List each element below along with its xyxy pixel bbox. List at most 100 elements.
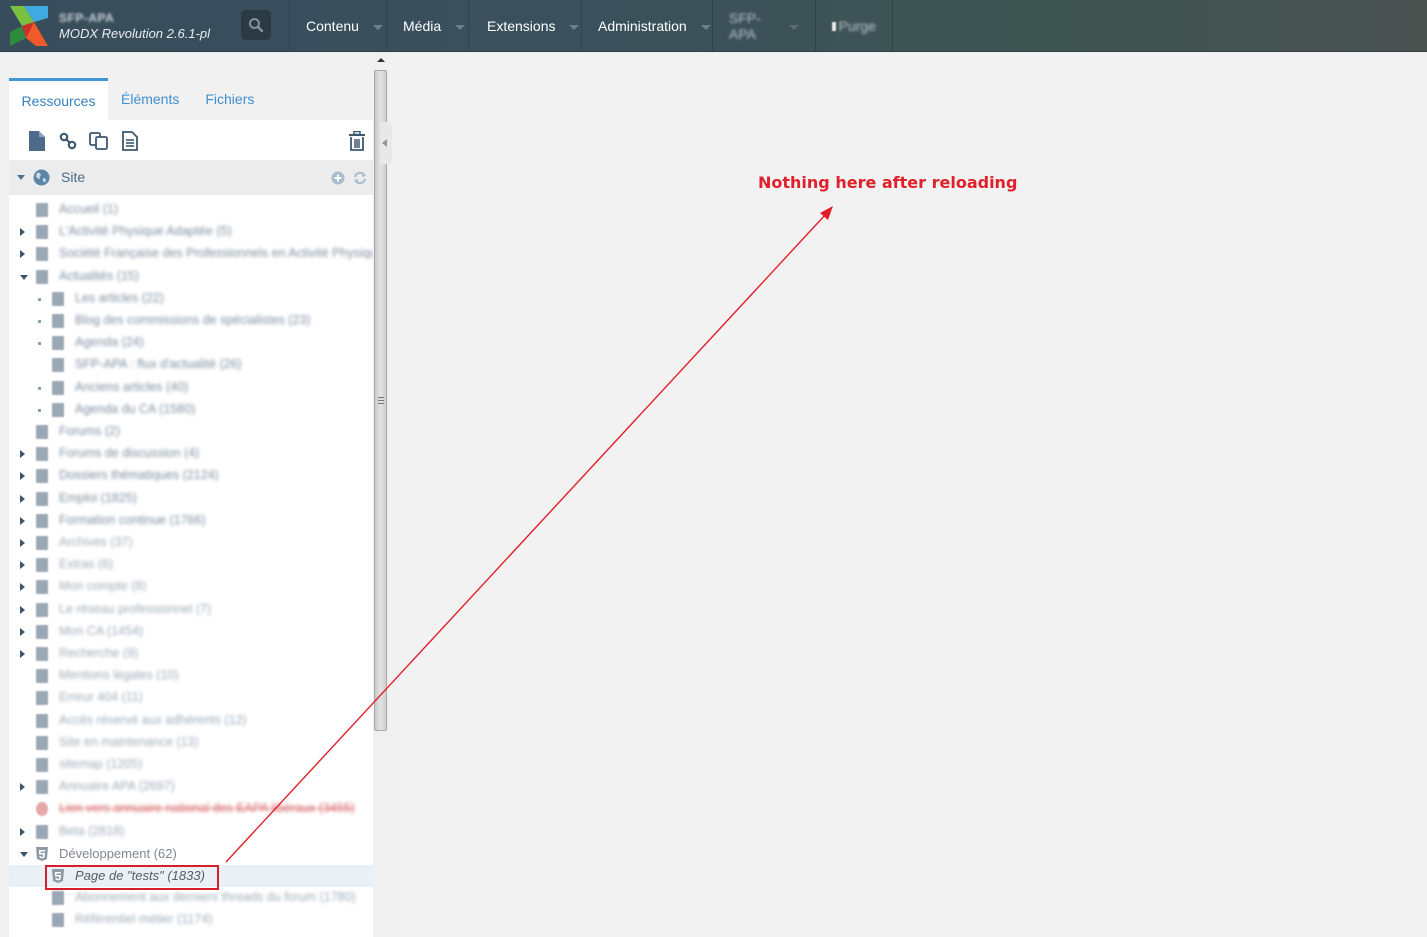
- tree-node[interactable]: Accueil (1): [9, 199, 373, 221]
- search-icon: [249, 18, 264, 33]
- tree-node[interactable]: Archives (37): [9, 532, 373, 554]
- tree-node[interactable]: sitemap (1205): [9, 754, 373, 776]
- bullet-icon[interactable]: [38, 297, 41, 301]
- tree-node[interactable]: Agenda du CA (1580): [9, 399, 373, 421]
- tree-node[interactable]: SFP-APA : flux d'actualité (26): [9, 354, 373, 376]
- tree-node[interactable]: Société Française des Professionnels en …: [9, 243, 373, 265]
- tree-node[interactable]: Anciens articles (40): [9, 377, 373, 399]
- new-static-resource-icon[interactable]: [120, 131, 140, 151]
- purge-icon: [832, 21, 836, 31]
- expand-toggle-icon[interactable]: [20, 827, 25, 836]
- expand-toggle[interactable]: [17, 175, 25, 180]
- tree-node[interactable]: Forums de discussion (4): [9, 443, 373, 465]
- expand-toggle-icon[interactable]: [20, 627, 25, 636]
- bullet-icon[interactable]: [38, 386, 41, 390]
- menu-contenu[interactable]: Contenu: [289, 0, 386, 52]
- new-symlink-icon[interactable]: [89, 131, 109, 151]
- document-icon: [36, 513, 48, 528]
- tree-node[interactable]: Erreur 404 (11): [9, 687, 373, 709]
- menu-media[interactable]: Média: [386, 0, 468, 52]
- collapse-toggle-icon[interactable]: [20, 851, 28, 857]
- tree-node[interactable]: Accès réservé aux adhérents (12): [9, 710, 373, 732]
- tree-node-label: Mentions légales (10): [59, 668, 179, 683]
- tree-node[interactable]: Formation continue (1766): [9, 510, 373, 532]
- menu-administration[interactable]: Administration: [581, 0, 712, 52]
- tree-node-label: Annuaire APA (2697): [59, 779, 175, 794]
- expand-toggle-icon[interactable]: [20, 539, 25, 547]
- tree-node[interactable]: Agenda (24): [9, 332, 373, 354]
- expand-toggle-icon[interactable]: [20, 228, 25, 237]
- tree-node-label: Abonnement aux derniers threads du forum…: [75, 890, 356, 905]
- expand-toggle-icon[interactable]: [20, 516, 25, 525]
- expand-toggle-icon[interactable]: [20, 783, 25, 792]
- tab-elements[interactable]: Éléments: [108, 78, 192, 120]
- tree-node[interactable]: Référentiel métier (1174): [9, 909, 373, 931]
- menu-purge[interactable]: Purge: [815, 0, 893, 52]
- bullet-icon[interactable]: [38, 342, 41, 346]
- tree-node[interactable]: Extras (6): [9, 554, 373, 576]
- tree-node[interactable]: Blog des commissions de spécialistes (23…: [9, 310, 373, 332]
- expand-toggle-icon[interactable]: [20, 583, 25, 592]
- expand-toggle-icon[interactable]: [20, 450, 25, 459]
- tree-node[interactable]: Recherche (9): [9, 643, 373, 665]
- tree-node[interactable]: Actualités (15): [9, 266, 373, 288]
- tree-node[interactable]: Forums (2): [9, 421, 373, 443]
- tree-node-selected[interactable]: Page de "tests" (1833): [9, 865, 373, 887]
- document-icon: [52, 380, 64, 395]
- scrollbar-thumb[interactable]: [374, 70, 387, 731]
- tree-node-label: Lien vers annuaire national des EAPA lib…: [59, 801, 355, 816]
- tree-node-label: Site en maintenance (13): [59, 734, 199, 749]
- tree-node[interactable]: Mon compte (8): [9, 576, 373, 598]
- tree-node[interactable]: Mentions légales (10): [9, 665, 373, 687]
- chevron-down-icon: [455, 24, 466, 30]
- collapse-toggle-icon[interactable]: [20, 274, 28, 280]
- document-icon: [36, 647, 48, 661]
- expand-toggle-icon[interactable]: [20, 472, 25, 481]
- bullet-icon[interactable]: [38, 408, 41, 412]
- tree-scrollbar[interactable]: [373, 52, 389, 937]
- new-document-icon[interactable]: [27, 131, 47, 151]
- tree-node[interactable]: Le réseau professionnel (7): [9, 599, 373, 621]
- modx-logo-icon[interactable]: [10, 6, 48, 46]
- expand-toggle-icon[interactable]: [20, 250, 25, 259]
- globe-icon: [33, 169, 50, 186]
- refresh-icon[interactable]: [353, 171, 367, 185]
- tree-node[interactable]: Les articles (22): [9, 288, 373, 310]
- menu-extensions[interactable]: Extensions: [468, 0, 581, 52]
- main-menu: Contenu Média Extensions Administration …: [289, 0, 893, 52]
- tab-ressources[interactable]: Ressources: [9, 78, 108, 120]
- tree-node-label: Extras (6): [59, 557, 114, 572]
- weblink-icon: [36, 802, 48, 817]
- expand-toggle-icon[interactable]: [20, 561, 25, 570]
- tree-node[interactable]: Lien vers annuaire national des EAPA lib…: [9, 798, 373, 820]
- tree-node[interactable]: L'Activité Physique Adaptée (5): [9, 221, 373, 243]
- expand-toggle-icon[interactable]: [20, 650, 25, 658]
- trash-icon[interactable]: [347, 131, 367, 151]
- resource-tree: Accueil (1) L'Activité Physique Adaptée (…: [9, 195, 373, 937]
- menu-site[interactable]: SFP-APA: [712, 0, 815, 52]
- tree-root-site[interactable]: Site: [9, 160, 373, 195]
- tab-fichiers[interactable]: Fichiers: [192, 78, 267, 120]
- search-button[interactable]: [241, 10, 271, 40]
- tree-node-label: Accès réservé aux adhérents (12): [59, 712, 247, 727]
- tree-node[interactable]: Emploi (1825): [9, 488, 373, 510]
- expand-toggle-icon[interactable]: [20, 494, 25, 503]
- tree-node[interactable]: Développement (62): [9, 843, 373, 865]
- add-icon[interactable]: [331, 171, 345, 185]
- scroll-up-arrow-icon[interactable]: [377, 58, 385, 62]
- tree-node[interactable]: Dossiers thématiques (2124): [9, 465, 373, 487]
- expand-toggle-icon[interactable]: [20, 605, 25, 614]
- site-name[interactable]: SFP-APA: [59, 11, 114, 25]
- tree-node-label: Les articles (22): [75, 290, 164, 305]
- tree-node[interactable]: Abonnement aux derniers threads du forum…: [9, 887, 373, 909]
- tree-node-label: Accueil (1): [59, 202, 119, 216]
- tree-node[interactable]: Beta (2818): [9, 821, 373, 843]
- grip-icon: [378, 397, 384, 404]
- tree-node[interactable]: Site en maintenance (13): [9, 732, 373, 754]
- tree-node[interactable]: Mon CA (1454): [9, 621, 373, 643]
- bullet-icon[interactable]: [38, 320, 41, 323]
- new-weblink-icon[interactable]: [58, 131, 78, 151]
- document-icon: [36, 447, 48, 462]
- tree-node[interactable]: Annuaire APA (2697): [9, 776, 373, 798]
- collapse-panel-button[interactable]: [380, 122, 392, 164]
